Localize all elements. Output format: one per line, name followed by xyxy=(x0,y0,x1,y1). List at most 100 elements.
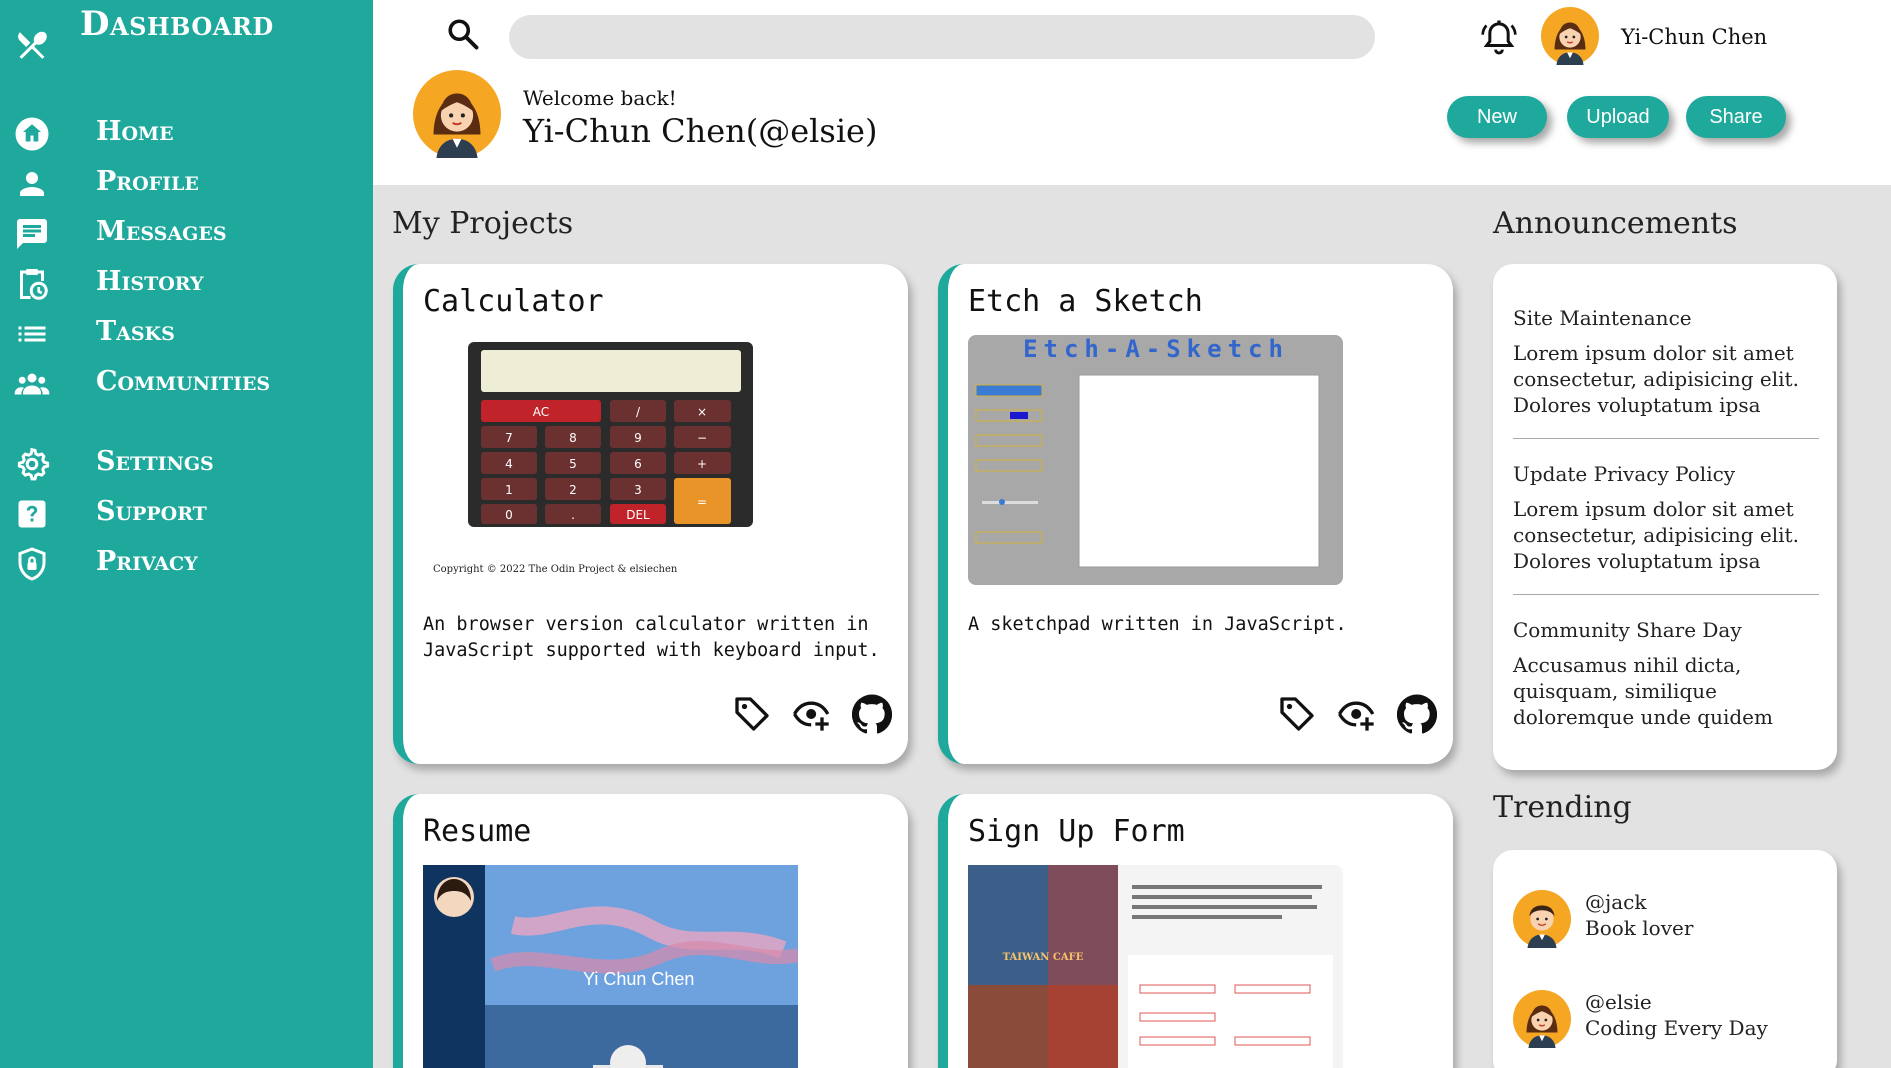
announcement-title: Update Privacy Policy xyxy=(1513,462,1736,486)
brand[interactable] xyxy=(14,22,50,68)
sidebar-item-settings[interactable]: Settings xyxy=(0,440,373,484)
project-actions xyxy=(732,694,892,734)
announcements-title: Announcements xyxy=(1493,206,1738,241)
trending-bio: Coding Every Day xyxy=(1585,1016,1768,1040)
calc-key: = xyxy=(697,495,707,509)
preview-logo: TAIWAN CAFE xyxy=(1003,952,1084,963)
calc-key: 3 xyxy=(634,483,642,497)
calc-key: 4 xyxy=(505,457,513,471)
calc-key: × xyxy=(697,405,707,419)
sidebar: Dashboard Home Profile Messages History … xyxy=(0,0,373,1068)
help-icon xyxy=(18,500,46,528)
user-name: Yi-Chun Chen xyxy=(1621,25,1768,49)
project-preview-image: AC / × 7 8 9 − 4 5 6 + 1 2 3 0 . DEL = C… xyxy=(433,334,808,584)
project-card-calculator[interactable]: Calculator AC / × 7 8 9 − 4 5 6 + 1 2 3 … xyxy=(393,264,908,764)
project-description: A sketchpad written in JavaScript. xyxy=(968,614,1347,635)
share-button[interactable]: Share xyxy=(1686,96,1786,138)
announcement-title: Community Share Day xyxy=(1513,618,1742,642)
announcement-item[interactable]: Update Privacy Policy Lorem ipsum dolor … xyxy=(1513,462,1819,574)
project-preview-image: TAIWAN CAFE xyxy=(968,865,1343,1068)
fork-knife-icon xyxy=(18,31,47,59)
project-title: Etch a Sketch xyxy=(968,284,1203,319)
sidebar-item-label: Messages xyxy=(96,216,227,247)
project-card-etch-a-sketch[interactable]: Etch a Sketch Etch-A-Sketch A sketchpad … xyxy=(938,264,1453,764)
sidebar-item-label: Support xyxy=(96,496,207,527)
sidebar-item-history[interactable]: History xyxy=(0,260,373,304)
project-card-sign-up-form[interactable]: Sign Up Form TAIWAN CAFE xyxy=(938,794,1453,1068)
trending-bio: Book lover xyxy=(1585,916,1694,940)
project-description: An browser version calculator written in… xyxy=(423,614,880,661)
welcome-name: Yi-Chun Chen(@elsie) xyxy=(523,112,878,150)
avatar[interactable] xyxy=(1513,990,1571,1048)
sidebar-item-profile[interactable]: Profile xyxy=(0,160,373,204)
preview-name: Yi Chun Chen xyxy=(583,969,694,989)
calc-key: AC xyxy=(533,405,549,419)
welcome-message: Welcome back! xyxy=(523,86,677,110)
project-title: Calculator xyxy=(423,284,604,319)
brand-title: Dashboard xyxy=(80,4,274,44)
calc-key: − xyxy=(697,431,707,445)
search-input[interactable] xyxy=(509,15,1375,59)
list-icon xyxy=(18,326,46,342)
calc-key: 7 xyxy=(505,431,513,445)
github-icon[interactable] xyxy=(1397,694,1437,734)
announcement-body: Lorem ipsum dolor sit amet consectetur, … xyxy=(1513,497,1799,573)
announcement-item[interactable]: Site Maintenance Lorem ipsum dolor sit a… xyxy=(1513,306,1819,418)
gear-icon xyxy=(17,447,50,481)
preview-icon[interactable] xyxy=(1337,694,1377,734)
bell-icon[interactable] xyxy=(1479,18,1519,58)
home-icon xyxy=(15,117,49,151)
sidebar-item-label: Communities xyxy=(96,366,271,397)
avatar[interactable] xyxy=(1541,7,1599,65)
sidebar-item-home[interactable]: Home xyxy=(0,110,373,154)
message-icon xyxy=(17,219,47,249)
trending-item[interactable]: @jack Book lover xyxy=(1513,890,1823,960)
project-actions xyxy=(1277,694,1437,734)
github-icon[interactable] xyxy=(852,694,892,734)
announcement-title: Site Maintenance xyxy=(1513,306,1692,330)
sidebar-item-communities[interactable]: Communities xyxy=(0,360,373,404)
calc-key: 1 xyxy=(505,483,513,497)
tag-icon[interactable] xyxy=(1277,694,1317,734)
announcement-body: Lorem ipsum dolor sit amet consectetur, … xyxy=(1513,341,1799,417)
calc-key: 8 xyxy=(569,431,577,445)
project-card-resume[interactable]: Resume Yi Chun Chen xyxy=(393,794,908,1068)
new-button[interactable]: New xyxy=(1447,96,1547,138)
upload-button[interactable]: Upload xyxy=(1567,96,1669,138)
preview-icon[interactable] xyxy=(792,694,832,734)
sidebar-item-privacy[interactable]: Privacy xyxy=(0,540,373,584)
projects-title: My Projects xyxy=(392,206,574,241)
project-title: Resume xyxy=(423,814,532,849)
header: Yi-Chun Chen Welcome back! Yi-Chun Chen(… xyxy=(373,0,1891,185)
person-icon xyxy=(20,172,44,196)
announcement-item[interactable]: Community Share Day Accusamus nihil dict… xyxy=(1513,618,1819,730)
divider xyxy=(1513,594,1819,595)
sidebar-item-tasks[interactable]: Tasks xyxy=(0,310,373,354)
search-icon[interactable] xyxy=(445,16,481,52)
shield-icon xyxy=(18,547,46,581)
trending-item[interactable]: @elsie Coding Every Day xyxy=(1513,990,1823,1060)
preview-heading: Etch-A-Sketch xyxy=(1023,335,1289,363)
announcement-body: Accusamus nihil dicta, quisquam, similiq… xyxy=(1513,653,1773,729)
calc-key: 9 xyxy=(634,431,642,445)
avatar[interactable] xyxy=(1513,890,1571,948)
sidebar-item-support[interactable]: Support xyxy=(0,490,373,534)
avatar xyxy=(413,70,501,158)
sidebar-item-messages[interactable]: Messages xyxy=(0,210,373,254)
history-icon xyxy=(20,269,48,300)
preview-copyright: Copyright © 2022 The Odin Project & elsi… xyxy=(433,564,678,575)
tag-icon[interactable] xyxy=(732,694,772,734)
trending-handle: @elsie xyxy=(1585,990,1652,1014)
calc-key: + xyxy=(697,457,707,471)
trending-card: @jack Book lover @elsie Coding Every Day xyxy=(1493,850,1837,1068)
calc-key: 5 xyxy=(569,457,577,471)
sidebar-item-label: History xyxy=(96,266,204,297)
calc-key: 2 xyxy=(569,483,577,497)
project-title: Sign Up Form xyxy=(968,814,1185,849)
calc-key: DEL xyxy=(626,508,650,522)
calc-key: 6 xyxy=(634,457,642,471)
sidebar-item-label: Settings xyxy=(96,446,214,477)
sidebar-item-label: Tasks xyxy=(96,316,175,347)
sidebar-item-label: Privacy xyxy=(96,546,198,577)
calc-key: 0 xyxy=(505,508,513,522)
